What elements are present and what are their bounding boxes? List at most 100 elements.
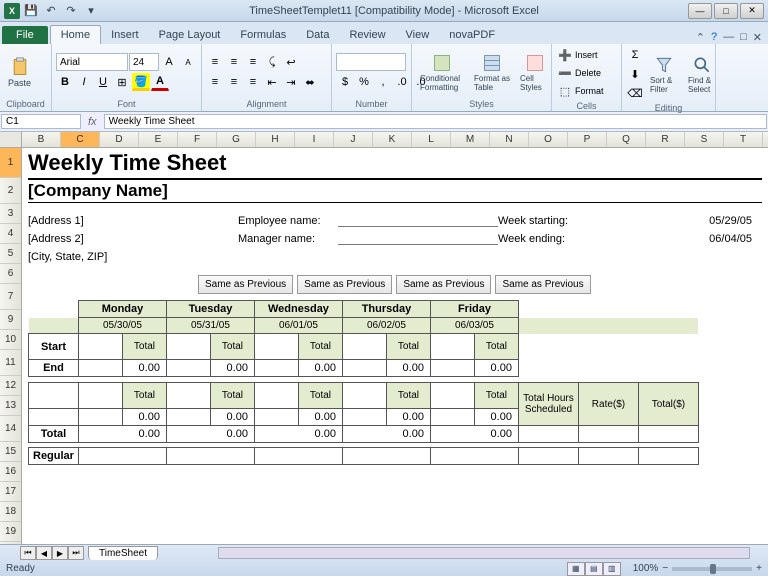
tab-prev-icon[interactable]: ◀ — [36, 546, 52, 560]
col-header[interactable]: D — [100, 132, 139, 147]
tab-first-icon[interactable]: ⏮ — [20, 546, 36, 560]
row-header[interactable]: 13 — [0, 396, 21, 416]
tab-home[interactable]: Home — [50, 25, 101, 44]
undo-icon[interactable]: ↶ — [42, 2, 60, 20]
same-as-previous-button[interactable]: Same as Previous — [297, 275, 392, 294]
regular-cell[interactable] — [430, 448, 518, 465]
decrease-indent-icon[interactable]: ⇤ — [263, 73, 281, 91]
redo-icon[interactable]: ↷ — [62, 2, 80, 20]
comma-icon[interactable]: , — [374, 73, 392, 91]
align-top-icon[interactable]: ≡ — [206, 53, 224, 71]
col-header[interactable]: N — [490, 132, 529, 147]
time-cell[interactable] — [342, 360, 386, 377]
time-cell[interactable] — [430, 360, 474, 377]
clear-icon[interactable]: ⌫ — [626, 84, 644, 102]
col-header[interactable]: Q — [607, 132, 646, 147]
row-header[interactable]: 9 — [0, 310, 21, 330]
border-button[interactable]: ⊞ — [113, 73, 131, 91]
col-header[interactable]: R — [646, 132, 685, 147]
row-header[interactable]: 17 — [0, 482, 21, 502]
row-header[interactable]: 18 — [0, 502, 21, 522]
increase-decimal-icon[interactable]: .0 — [393, 73, 411, 91]
tab-page-layout[interactable]: Page Layout — [149, 26, 231, 44]
time-cell[interactable] — [78, 334, 122, 360]
format-as-table-button[interactable]: Format as Table — [470, 51, 514, 94]
help-icon[interactable]: ? — [711, 31, 717, 44]
employee-field[interactable] — [338, 215, 498, 227]
row-header[interactable]: 16 — [0, 462, 21, 482]
col-header[interactable]: H — [256, 132, 295, 147]
italic-button[interactable]: I — [75, 73, 93, 91]
col-header[interactable]: T — [724, 132, 763, 147]
close-button[interactable]: ✕ — [740, 3, 764, 19]
page-layout-view-icon[interactable]: ▤ — [585, 562, 603, 576]
time-cell[interactable] — [342, 334, 386, 360]
time-cell[interactable] — [342, 409, 386, 426]
shrink-font-icon[interactable]: A — [179, 53, 197, 71]
row-header[interactable]: 12 — [0, 376, 21, 396]
same-as-previous-button[interactable]: Same as Previous — [198, 275, 293, 294]
font-color-button[interactable]: A — [151, 73, 169, 91]
horizontal-scrollbar[interactable] — [218, 547, 750, 559]
col-header[interactable]: C — [61, 132, 100, 147]
time-cell[interactable] — [430, 409, 474, 426]
zoom-slider[interactable] — [672, 567, 752, 571]
paste-button[interactable]: Paste — [4, 55, 35, 90]
regular-cell[interactable] — [342, 448, 430, 465]
ribbon-minimize-icon[interactable]: ⌃ — [696, 31, 705, 44]
time-cell[interactable] — [78, 409, 122, 426]
row-header[interactable]: 2 — [0, 178, 21, 204]
col-header[interactable]: G — [217, 132, 256, 147]
same-as-previous-button[interactable]: Same as Previous — [495, 275, 590, 294]
summary-cell[interactable] — [638, 448, 698, 465]
col-header[interactable]: I — [295, 132, 334, 147]
tab-next-icon[interactable]: ▶ — [52, 546, 68, 560]
col-header[interactable]: F — [178, 132, 217, 147]
summary-cell[interactable] — [578, 426, 638, 443]
minimize-button[interactable]: — — [688, 3, 712, 19]
time-cell[interactable] — [78, 383, 122, 409]
time-cell[interactable] — [166, 360, 210, 377]
row-header[interactable]: 19 — [0, 522, 21, 542]
time-cell[interactable] — [166, 409, 210, 426]
align-center-icon[interactable]: ≡ — [225, 73, 243, 91]
time-cell[interactable] — [430, 383, 474, 409]
col-header[interactable]: L — [412, 132, 451, 147]
percent-icon[interactable]: % — [355, 73, 373, 91]
delete-cells-button[interactable]: ➖ — [556, 64, 574, 82]
row-header[interactable]: 3 — [0, 204, 21, 224]
qat-dropdown-icon[interactable]: ▾ — [82, 2, 100, 20]
normal-view-icon[interactable]: ▦ — [567, 562, 585, 576]
fx-icon[interactable]: fx — [82, 116, 103, 128]
row-header[interactable]: 15 — [0, 442, 21, 462]
tab-view[interactable]: View — [396, 26, 440, 44]
grow-font-icon[interactable]: A — [160, 53, 178, 71]
formula-input[interactable]: Weekly Time Sheet — [104, 114, 767, 129]
bold-button[interactable]: B — [56, 73, 74, 91]
row-header[interactable]: 14 — [0, 416, 21, 442]
col-header[interactable]: M — [451, 132, 490, 147]
zoom-out-icon[interactable]: − — [662, 563, 668, 574]
underline-button[interactable]: U — [94, 73, 112, 91]
file-tab[interactable]: File — [2, 26, 48, 44]
time-cell[interactable] — [166, 334, 210, 360]
time-cell[interactable] — [254, 409, 298, 426]
find-select-button[interactable]: Find & Select — [684, 53, 720, 96]
wrap-text-icon[interactable]: ↩ — [282, 53, 300, 71]
col-header[interactable]: E — [139, 132, 178, 147]
increase-indent-icon[interactable]: ⇥ — [282, 73, 300, 91]
conditional-formatting-button[interactable]: Conditional Formatting — [416, 51, 468, 94]
col-header[interactable]: J — [334, 132, 373, 147]
align-left-icon[interactable]: ≡ — [206, 73, 224, 91]
col-header[interactable]: K — [373, 132, 412, 147]
merge-icon[interactable]: ⬌ — [301, 73, 319, 91]
row-header[interactable]: 11 — [0, 350, 21, 376]
col-header[interactable]: O — [529, 132, 568, 147]
tab-novapdf[interactable]: novaPDF — [439, 26, 505, 44]
doc-minimize-icon[interactable]: — — [723, 31, 734, 44]
col-header[interactable]: S — [685, 132, 724, 147]
insert-cells-button[interactable]: ➕ — [556, 46, 574, 64]
fill-icon[interactable]: ⬇ — [626, 65, 644, 83]
time-cell[interactable] — [342, 383, 386, 409]
sort-filter-button[interactable]: Sort & Filter — [646, 53, 682, 96]
